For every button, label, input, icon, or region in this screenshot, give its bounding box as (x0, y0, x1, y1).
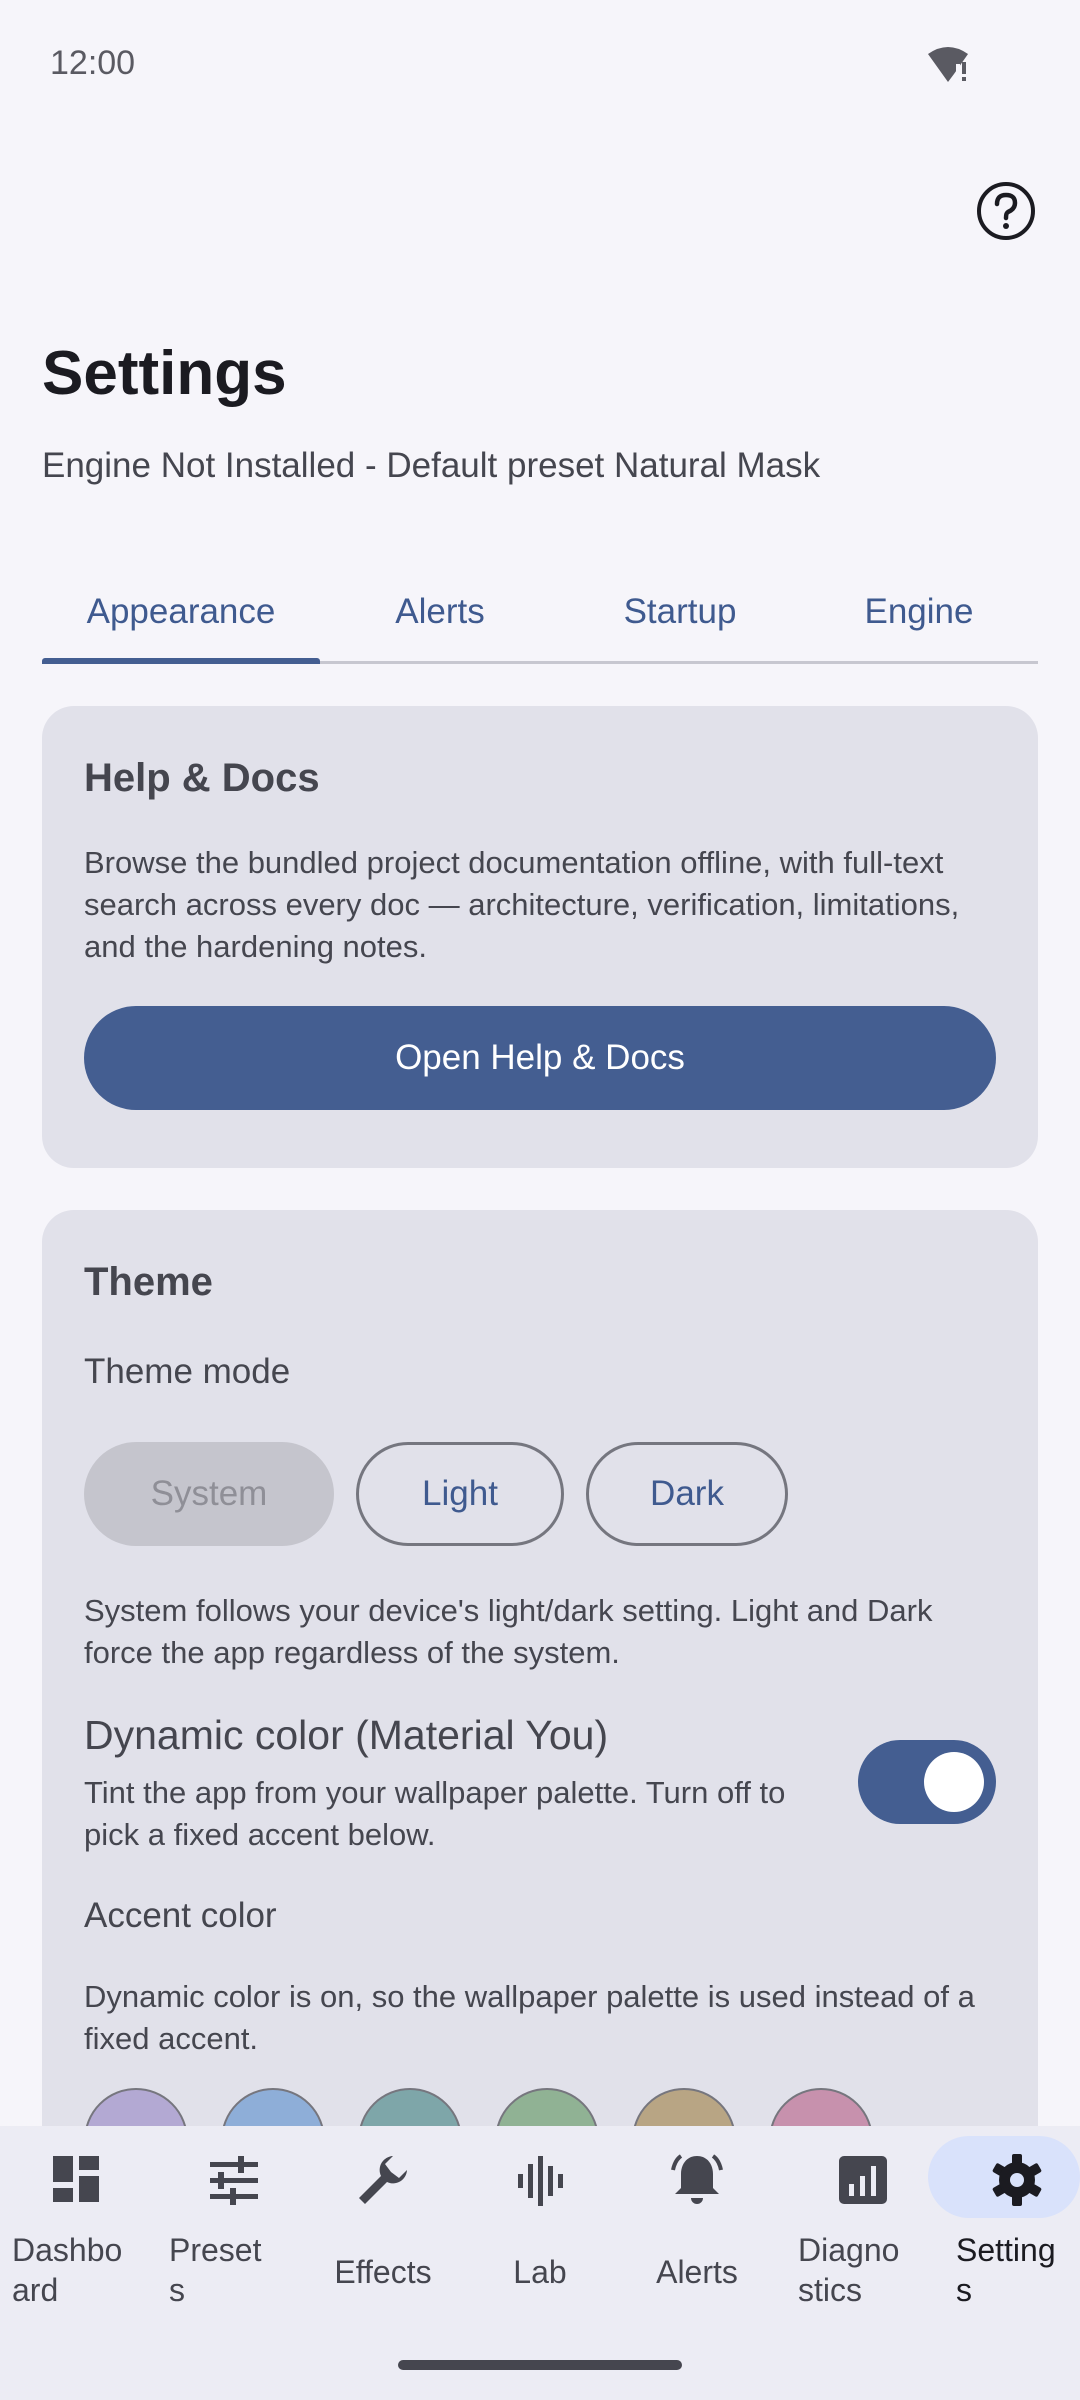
tab-label: Alerts (395, 592, 485, 631)
tab-indicator (42, 658, 320, 664)
page-subtitle: Engine Not Installed - Default preset Na… (42, 446, 821, 485)
segment-label: Light (422, 1474, 498, 1513)
nav-label: Diagno stics (798, 2232, 900, 2308)
waveform-icon (518, 2156, 563, 2206)
nav-item-effects[interactable]: Effects (306, 2126, 460, 2326)
segment-label: System (150, 1474, 268, 1513)
home-indicator[interactable] (398, 2360, 682, 2370)
tab-label: Engine (864, 592, 974, 631)
tab-appearance[interactable]: Appearance (42, 560, 320, 664)
theme-card: Theme Theme mode System Light Dark Syste… (42, 1210, 1038, 2210)
help-docs-card: Help & Docs Browse the bundled project d… (42, 706, 1038, 1168)
sliders-icon (210, 2156, 258, 2205)
nav-item-presets[interactable]: Preset s (157, 2126, 311, 2326)
dynamic-color-title: Dynamic color (Material You) (84, 1712, 609, 1758)
nav-label: Dashbo ard (12, 2232, 123, 2308)
nav-label: Effects (334, 2254, 432, 2290)
help-docs-description: Browse the bundled project documentation… (84, 845, 960, 964)
theme-mode-description: System follows your device's light/dark … (84, 1593, 933, 1670)
tab-alerts[interactable]: Alerts (320, 560, 560, 664)
toggle-thumb (924, 1752, 984, 1812)
wrench-icon (359, 2156, 407, 2204)
help-docs-title: Help & Docs (84, 756, 320, 800)
nav-item-alerts[interactable]: Alerts (620, 2126, 774, 2326)
nav-label: Setting s (956, 2232, 1056, 2308)
bar-chart-icon (839, 2156, 887, 2204)
status-bar: 12:00 (0, 0, 1080, 130)
nav-item-diagnostics[interactable]: Diagno stics (786, 2126, 940, 2326)
page-title: Settings (42, 339, 287, 408)
theme-title: Theme (84, 1260, 213, 1304)
dynamic-color-description: Tint the app from your wallpaper palette… (84, 1775, 786, 1852)
segment-label: Dark (650, 1474, 724, 1513)
wifi-alert-icon (928, 47, 968, 82)
help-circle-icon[interactable] (975, 180, 1037, 242)
tab-label: Startup (623, 592, 737, 631)
open-help-docs-button[interactable]: Open Help & Docs (84, 1006, 996, 1110)
dashboard-icon (53, 2156, 99, 2202)
tab-label: Appearance (86, 592, 276, 631)
tab-engine[interactable]: Engine (800, 560, 1038, 664)
nav-label: Alerts (656, 2254, 738, 2290)
nav-item-dashboard[interactable]: Dashbo ard (0, 2126, 154, 2326)
theme-mode-system-button[interactable]: System (84, 1442, 334, 1546)
accent-color-description: Dynamic color is on, so the wallpaper pa… (84, 1979, 975, 2056)
nav-label: Lab (513, 2254, 567, 2290)
accent-color-label: Accent color (84, 1896, 277, 1935)
bottom-navigation: Dashbo ard Preset s Effects Lab Alerts D… (0, 2126, 1080, 2400)
theme-mode-dark-button[interactable]: Dark (586, 1442, 788, 1546)
theme-mode-label: Theme mode (84, 1352, 291, 1391)
dynamic-color-toggle[interactable] (858, 1740, 996, 1824)
nav-label: Preset s (169, 2232, 262, 2308)
nav-item-settings[interactable]: Setting s (940, 2126, 1080, 2326)
gear-icon (992, 2154, 1042, 2206)
nav-item-lab[interactable]: Lab (463, 2126, 617, 2326)
status-time: 12:00 (50, 44, 136, 82)
bell-icon (671, 2154, 723, 2204)
settings-tabs: Appearance Alerts Startup Engine (42, 560, 1038, 664)
tab-startup[interactable]: Startup (560, 560, 800, 664)
theme-mode-light-button[interactable]: Light (356, 1442, 564, 1546)
